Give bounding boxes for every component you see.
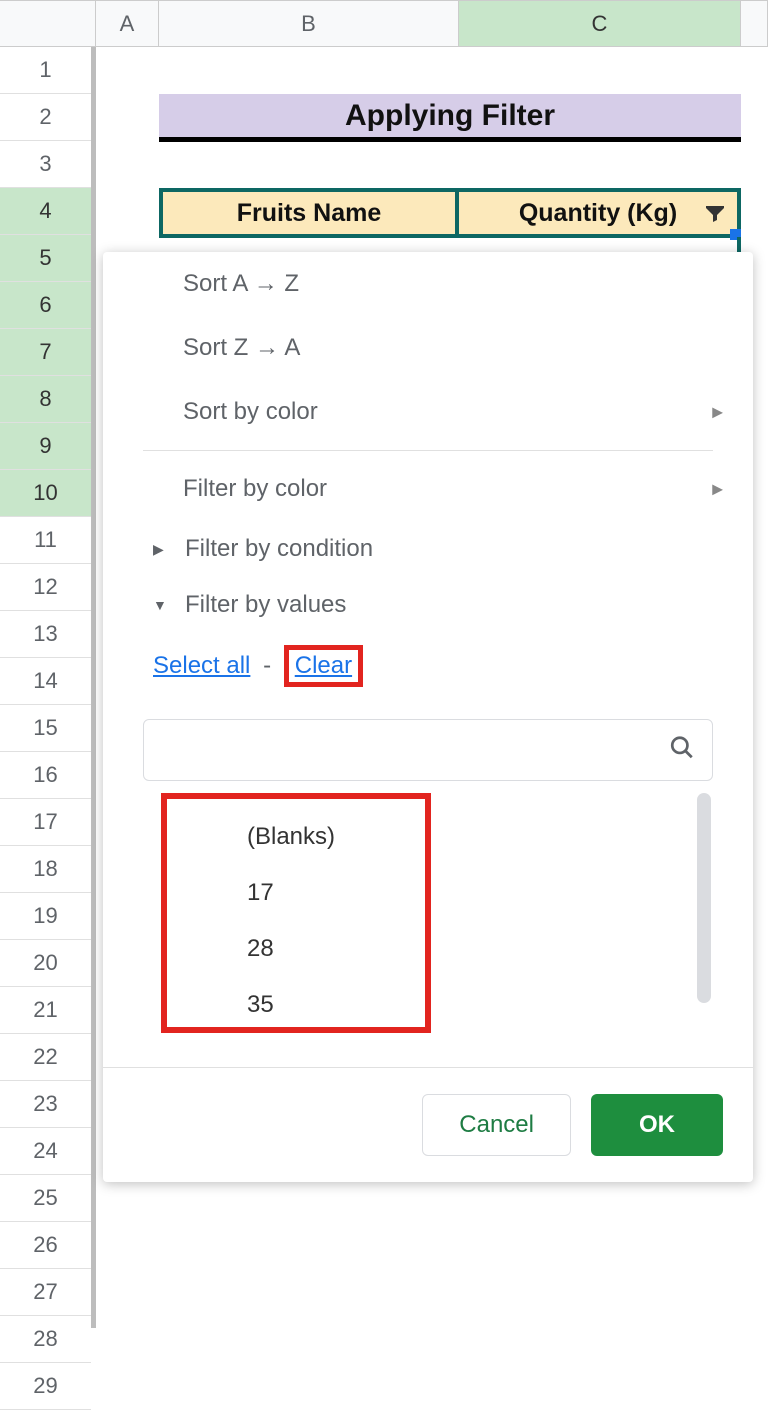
- row-header[interactable]: 6: [0, 282, 91, 329]
- divider: [143, 450, 713, 451]
- row-header[interactable]: 5: [0, 235, 91, 282]
- scrollbar[interactable]: [697, 793, 711, 1003]
- popup-footer: Cancel OK: [103, 1067, 753, 1182]
- row-header[interactable]: 17: [0, 799, 91, 846]
- row-headers: 1 2 3 4 5 6 7 8 9 10 11 12 13 14 15 16 1…: [0, 47, 96, 1328]
- sort-za-item[interactable]: Sort Z → A: [103, 316, 753, 380]
- filter-value-item[interactable]: (Blanks): [187, 809, 405, 865]
- row-header-selected[interactable]: 4: [0, 188, 91, 235]
- triangle-right-icon: ▶: [712, 404, 723, 421]
- spreadsheet-grid: A B C 1 2 3 4 5 6 7 8 9 10 11 12 13 14 1…: [0, 0, 768, 1328]
- values-list: (Blanks) 17 28 35: [161, 793, 713, 1053]
- row-header[interactable]: 7: [0, 329, 91, 376]
- filter-by-values-item[interactable]: ▼ Filter by values: [103, 577, 753, 633]
- filter-value-item[interactable]: 35: [187, 977, 405, 1033]
- filter-value-item[interactable]: 28: [187, 921, 405, 977]
- sort-az-item[interactable]: Sort A → Z: [103, 252, 753, 316]
- row-header[interactable]: 10: [0, 470, 91, 517]
- sort-by-color-label: Sort by color: [183, 398, 318, 426]
- row-header[interactable]: 26: [0, 1222, 91, 1269]
- row-header[interactable]: 8: [0, 376, 91, 423]
- filter-value-item[interactable]: 17: [187, 865, 405, 921]
- row-header[interactable]: 13: [0, 611, 91, 658]
- triangle-down-icon: ▼: [153, 597, 173, 613]
- select-all-link[interactable]: Select all: [153, 652, 250, 679]
- ok-button[interactable]: OK: [591, 1094, 723, 1156]
- row-header[interactable]: 3: [0, 141, 91, 188]
- triangle-right-icon: ▶: [153, 541, 173, 558]
- row-header[interactable]: 2: [0, 94, 91, 141]
- row-header[interactable]: 25: [0, 1175, 91, 1222]
- values-highlight-box: (Blanks) 17 28 35: [161, 793, 431, 1033]
- triangle-right-icon: ▶: [712, 481, 723, 498]
- search-icon[interactable]: [669, 735, 695, 766]
- filter-by-condition-item[interactable]: ▶ Filter by condition: [103, 521, 753, 577]
- row-header[interactable]: 16: [0, 752, 91, 799]
- clear-link[interactable]: Clear: [295, 652, 352, 679]
- table-header-label: Fruits Name: [237, 199, 381, 228]
- row-header[interactable]: 27: [0, 1269, 91, 1316]
- clear-highlight-box: Clear: [284, 645, 363, 687]
- sheet-title: Applying Filter: [159, 94, 741, 142]
- table-header-row: Fruits Name Quantity (Kg): [159, 188, 741, 238]
- column-headers: A B C: [0, 0, 768, 47]
- row-header[interactable]: 22: [0, 1034, 91, 1081]
- sort-by-color-item[interactable]: Sort by color ▶: [103, 380, 753, 444]
- column-header-C[interactable]: C: [459, 1, 741, 46]
- search-container: [143, 719, 713, 781]
- filter-search-input[interactable]: [143, 719, 713, 781]
- filter-by-color-label: Filter by color: [183, 475, 327, 503]
- filter-by-condition-label: Filter by condition: [185, 535, 373, 563]
- row-header[interactable]: 23: [0, 1081, 91, 1128]
- sort-za-label: Sort Z → A: [183, 334, 300, 362]
- row-header[interactable]: 15: [0, 705, 91, 752]
- row-header[interactable]: 11: [0, 517, 91, 564]
- row-header[interactable]: 29: [0, 1363, 91, 1410]
- column-header-B[interactable]: B: [159, 1, 459, 46]
- filter-by-values-label: Filter by values: [185, 591, 346, 619]
- filter-icon[interactable]: [703, 201, 727, 225]
- column-header-A[interactable]: A: [96, 1, 159, 46]
- table-header-fruits[interactable]: Fruits Name: [159, 192, 459, 234]
- row-header[interactable]: 19: [0, 893, 91, 940]
- row-header[interactable]: 14: [0, 658, 91, 705]
- row-header[interactable]: 18: [0, 846, 91, 893]
- sort-az-label: Sort A → Z: [183, 270, 299, 298]
- filter-by-color-item[interactable]: Filter by color ▶: [103, 457, 753, 521]
- select-clear-row: Select all - Clear: [103, 633, 753, 699]
- row-header[interactable]: 1: [0, 47, 91, 94]
- filter-popup: Sort A → Z Sort Z → A Sort by color ▶ Fi…: [103, 252, 753, 1182]
- corner-cell[interactable]: [0, 1, 96, 46]
- table-header-label: Quantity (Kg): [519, 199, 677, 228]
- dash-separator: -: [263, 652, 271, 679]
- row-header[interactable]: 24: [0, 1128, 91, 1175]
- row-header[interactable]: 28: [0, 1316, 91, 1363]
- column-header-empty[interactable]: [741, 1, 768, 46]
- row-header[interactable]: 9: [0, 423, 91, 470]
- row-header[interactable]: 12: [0, 564, 91, 611]
- cancel-button[interactable]: Cancel: [422, 1094, 571, 1156]
- table-header-quantity[interactable]: Quantity (Kg): [459, 192, 741, 234]
- row-header[interactable]: 20: [0, 940, 91, 987]
- row-header[interactable]: 21: [0, 987, 91, 1034]
